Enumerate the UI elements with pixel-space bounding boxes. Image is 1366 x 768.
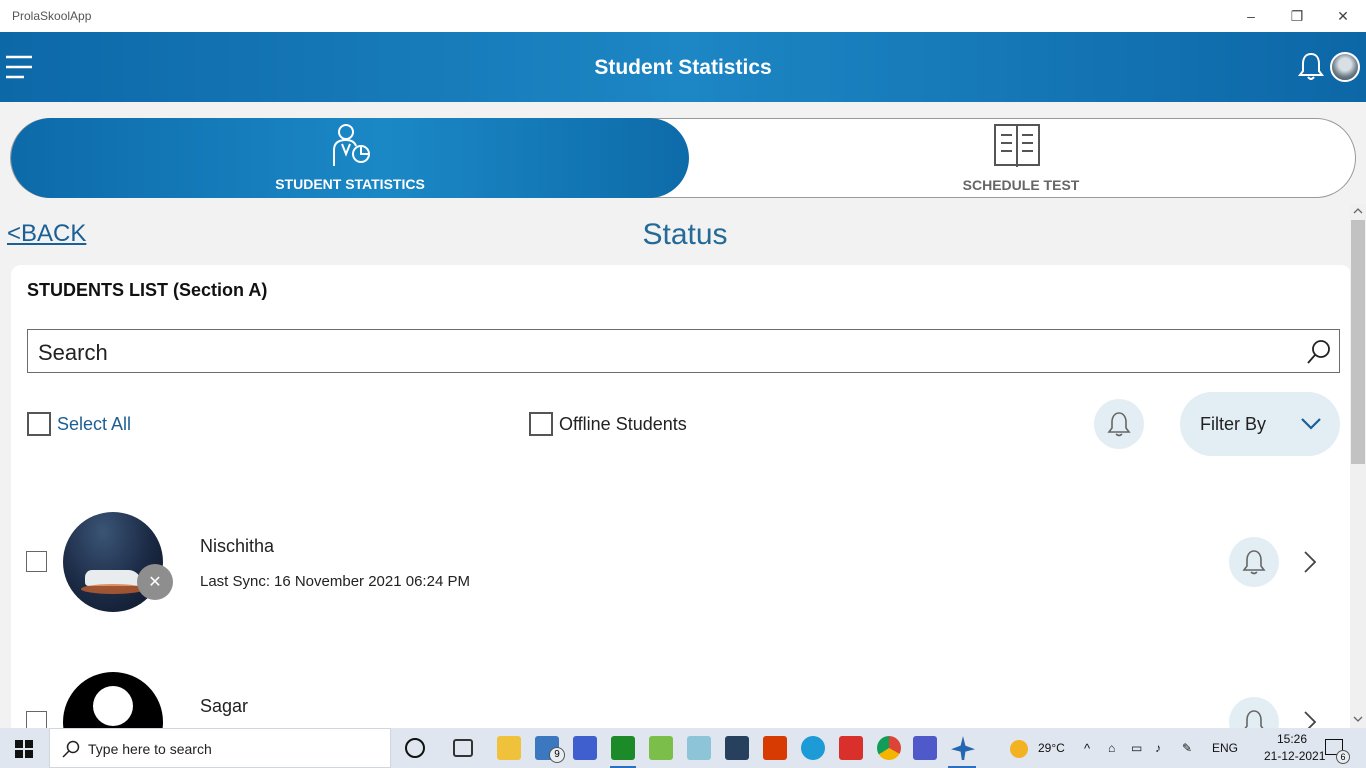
weather-icon — [1010, 740, 1028, 758]
clock-date[interactable]: 21-12-2021 — [1264, 749, 1325, 763]
offline-students-label[interactable]: Offline Students — [559, 414, 687, 435]
chrome-icon[interactable] — [877, 736, 901, 760]
windows-start-icon[interactable] — [15, 740, 33, 758]
app-header: Student Statistics — [0, 32, 1366, 102]
notification-bell-icon[interactable] — [1296, 50, 1326, 82]
bell-icon — [1242, 550, 1266, 575]
battery-icon[interactable]: ▭ — [1131, 741, 1142, 755]
header-title: Student Statistics — [594, 56, 772, 79]
bell-icon — [1244, 710, 1264, 728]
network-icon[interactable]: ⌂ — [1108, 741, 1115, 755]
window-titlebar: ProlaSkoolApp – ❐ ✕ — [0, 0, 1366, 32]
student-checkbox[interactable] — [26, 551, 47, 572]
filter-by-dropdown[interactable]: Filter By — [1180, 392, 1340, 456]
app-icon[interactable] — [725, 736, 749, 760]
vertical-scrollbar[interactable] — [1350, 204, 1366, 728]
notifications-badge: 6 — [1336, 750, 1350, 764]
filter-by-label: Filter By — [1200, 414, 1267, 434]
student-row-clip: Sagar — [0, 660, 1350, 728]
offline-students-checkbox[interactable] — [529, 412, 553, 436]
windows-taskbar: Type here to search 9 29°C ^ ⌂ ▭ ♪ ✎ ENG… — [0, 728, 1366, 768]
minimize-button[interactable]: – — [1228, 0, 1274, 32]
select-all-label[interactable]: Select All — [57, 414, 131, 435]
close-window-button[interactable]: ✕ — [1320, 0, 1366, 32]
scroll-up-icon[interactable] — [1353, 207, 1363, 215]
student-avatar — [63, 672, 163, 728]
clock-time[interactable]: 15:26 — [1277, 732, 1307, 746]
student-name: Nischitha — [200, 536, 275, 556]
app-icon[interactable] — [649, 736, 673, 760]
taskbar-search-input[interactable]: Type here to search — [88, 741, 212, 757]
tab-student-statistics[interactable]: STUDENT STATISTICS — [11, 118, 689, 198]
language-indicator[interactable]: ENG — [1212, 741, 1238, 755]
file-explorer-icon[interactable] — [497, 736, 521, 760]
search-icon[interactable] — [1305, 338, 1333, 366]
volume-icon[interactable]: ♪ — [1155, 741, 1161, 755]
restore-button[interactable]: ❐ — [1274, 0, 1320, 32]
offline-status-icon: ✕ — [137, 564, 173, 600]
xbox-icon[interactable] — [611, 736, 635, 760]
last-sync-label: Last Sync: — [200, 573, 271, 590]
task-view-icon[interactable] — [453, 739, 473, 757]
open-book-icon — [994, 124, 1040, 167]
app-icon[interactable] — [573, 736, 597, 760]
tab-schedule-test[interactable]: SCHEDULE TEST — [689, 119, 1357, 197]
chevron-right-icon[interactable] — [1303, 710, 1317, 728]
app-title: ProlaSkoolApp — [12, 9, 92, 23]
last-sync-value: 16 November 2021 06:24 PM — [274, 573, 470, 590]
edge-icon[interactable] — [801, 736, 825, 760]
student-notify-button[interactable] — [1229, 537, 1279, 587]
search-icon — [62, 740, 80, 758]
scroll-down-icon[interactable] — [1353, 715, 1363, 723]
taskbar-search[interactable]: Type here to search — [49, 728, 391, 768]
wps-icon[interactable] — [839, 736, 863, 760]
student-name: Sagar — [200, 696, 249, 716]
pen-icon[interactable]: ✎ — [1182, 741, 1192, 755]
tab-schedule-test-label: SCHEDULE TEST — [962, 177, 1080, 193]
page-title: Status — [642, 218, 728, 251]
user-avatar[interactable] — [1330, 52, 1360, 82]
tray-chevron-up-icon[interactable]: ^ — [1084, 741, 1090, 756]
teams-icon[interactable] — [913, 736, 937, 760]
notify-all-button[interactable] — [1094, 399, 1144, 449]
search-input[interactable]: Search — [38, 340, 108, 366]
students-list-title: STUDENTS LIST (Section A) — [27, 280, 268, 300]
student-notify-button[interactable] — [1229, 697, 1279, 728]
prolaskool-app-icon[interactable] — [951, 736, 975, 760]
chevron-down-icon — [1301, 418, 1321, 430]
student-statistics-icon — [333, 124, 370, 166]
mail-badge: 9 — [549, 747, 565, 763]
search-field[interactable]: Search — [27, 329, 1340, 373]
app-icon[interactable] — [687, 736, 711, 760]
scrollbar-thumb[interactable] — [1351, 220, 1365, 464]
student-checkbox[interactable] — [26, 711, 47, 728]
cortana-icon[interactable] — [405, 738, 425, 758]
chevron-right-icon[interactable] — [1303, 550, 1317, 574]
tab-student-statistics-label: STUDENT STATISTICS — [275, 176, 425, 192]
select-all-checkbox[interactable] — [27, 412, 51, 436]
tab-bar: STUDENT STATISTICS SCHEDULE TEST — [10, 118, 1356, 198]
weather-temp[interactable]: 29°C — [1038, 741, 1065, 755]
bell-icon — [1107, 412, 1131, 437]
office-icon[interactable] — [763, 736, 787, 760]
